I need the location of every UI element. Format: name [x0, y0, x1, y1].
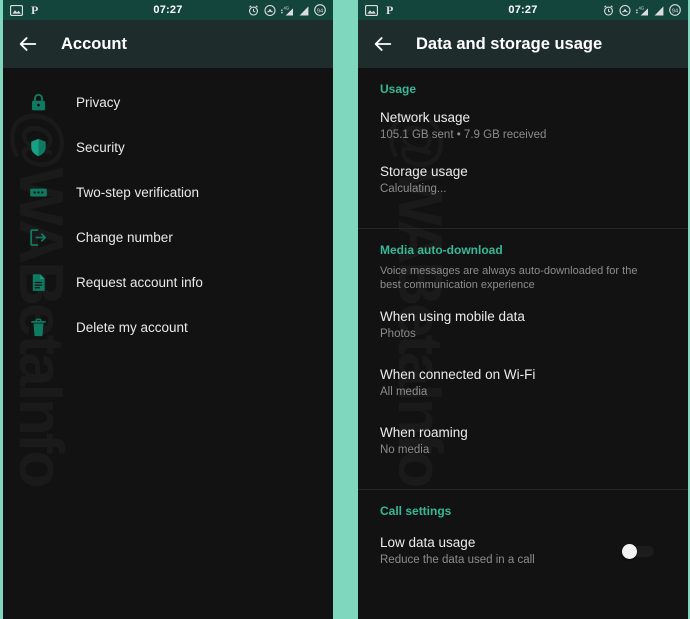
setting-title: When roaming [380, 425, 468, 440]
pinterest-icon: P [386, 4, 393, 16]
mobile-data-icon: 4G [636, 5, 648, 15]
document-icon [32, 274, 45, 291]
photo-icon [10, 4, 23, 16]
low-data-usage-toggle[interactable] [622, 544, 656, 559]
pinterest-icon: P [31, 4, 38, 16]
svg-text:94: 94 [672, 8, 678, 14]
left-content: @WABetaInfo Privacy Security [3, 68, 333, 619]
svg-text:P: P [31, 4, 38, 16]
setting-subtitle: 105.1 GB sent • 7.9 GB received [380, 129, 547, 141]
battery-icon: 94 [669, 4, 681, 16]
svg-text:94: 94 [317, 8, 323, 14]
setting-title: Low data usage [380, 535, 476, 550]
data-storage-settings-list: Usage Network usage 105.1 GB sent • 7.9 … [358, 68, 688, 577]
setting-title: When connected on Wi-Fi [380, 367, 536, 382]
status-bar-right-icons: 4G 94 [248, 4, 326, 16]
cast-icon [619, 4, 631, 16]
keypad-icon [30, 188, 47, 197]
setting-subtitle: Reduce the data used in a call [380, 554, 535, 566]
account-settings-list: Privacy Security Two-step verification C… [3, 68, 333, 350]
setting-low-data-usage[interactable]: Low data usage Reduce the data used in a… [358, 520, 688, 577]
setting-subtitle: Photos [380, 328, 416, 340]
setting-when-using-mobile-data[interactable]: When using mobile data Photos [358, 292, 688, 351]
battery-icon: 94 [314, 4, 326, 16]
sidebar-item-label: Two-step verification [76, 185, 200, 200]
trash-icon [31, 318, 46, 337]
setting-text-group: Low data usage Reduce the data used in a… [380, 534, 622, 568]
sidebar-item-two-step-verification[interactable]: Two-step verification [3, 170, 333, 215]
status-bar-left-icons: P [365, 4, 395, 16]
photo-icon [365, 4, 378, 16]
lock-icon [31, 93, 46, 111]
section-header-media-auto-download: Media auto-download [380, 243, 503, 257]
app-bar-right: Data and storage usage [358, 20, 688, 68]
svg-text:4G: 4G [284, 5, 290, 10]
shield-icon [31, 138, 46, 157]
right-phone-screen: P 07:27 4G 94 Data and storage usage Usa… [358, 0, 688, 619]
page-title: Account [61, 34, 127, 53]
mobile-data-icon: 4G [281, 5, 293, 15]
screenshot-canvas: P 07:27 4G 94 Account Privacy Security T… [0, 0, 690, 619]
cast-icon [264, 4, 276, 16]
sidebar-item-security[interactable]: Security [3, 125, 333, 170]
alarm-icon [249, 4, 258, 16]
setting-subtitle: All media [380, 386, 428, 398]
back-arrow-icon[interactable] [372, 33, 394, 55]
section-header-call-settings: Call settings [380, 504, 452, 518]
sidebar-item-delete-my-account[interactable]: Delete my account [3, 305, 333, 350]
section-header-usage: Usage [380, 82, 417, 96]
setting-title: Storage usage [380, 164, 468, 179]
sidebar-item-label: Change number [76, 230, 173, 245]
setting-when-roaming[interactable]: When roaming No media [358, 409, 688, 467]
back-arrow-icon[interactable] [17, 33, 39, 55]
sidebar-item-request-account-info[interactable]: Request account info [3, 260, 333, 305]
setting-storage-usage[interactable]: Storage usage Calculating... [358, 152, 688, 206]
setting-title: Network usage [380, 110, 471, 125]
setting-title: When using mobile data [380, 309, 525, 324]
alarm-icon [604, 4, 613, 16]
sidebar-item-label: Privacy [76, 95, 121, 110]
status-bar-right: P 07:27 4G 94 [358, 0, 688, 20]
status-bar-left: P 07:27 4G 94 [3, 0, 333, 20]
sidebar-item-privacy[interactable]: Privacy [3, 80, 333, 125]
app-bar-left: Account [3, 20, 333, 68]
svg-text:4G: 4G [639, 5, 645, 10]
toggle-knob [622, 544, 637, 559]
media-auto-download-description: Voice messages are always auto-downloade… [380, 265, 638, 291]
setting-subtitle: No media [380, 444, 430, 456]
status-bar-left-icons: P [10, 4, 40, 16]
status-bar-right-icons: 4G 94 [603, 4, 681, 16]
page-title: Data and storage usage [416, 34, 603, 53]
right-content: @WABetaInfo Usage Network usage 105.1 GB… [358, 68, 688, 619]
signal-icon [299, 5, 309, 16]
sidebar-item-label: Delete my account [76, 320, 188, 335]
svg-text:P: P [386, 4, 393, 16]
setting-subtitle: Calculating... [380, 183, 447, 195]
signal-icon [654, 5, 664, 16]
sidebar-item-change-number[interactable]: Change number [3, 215, 333, 260]
change-number-icon [30, 229, 47, 246]
sidebar-item-label: Request account info [76, 275, 203, 290]
sidebar-item-label: Security [76, 140, 125, 155]
left-phone-screen: P 07:27 4G 94 Account Privacy Security T… [3, 0, 333, 619]
setting-when-connected-on-wifi[interactable]: When connected on Wi-Fi All media [358, 351, 688, 409]
setting-network-usage[interactable]: Network usage 105.1 GB sent • 7.9 GB rec… [358, 98, 688, 152]
